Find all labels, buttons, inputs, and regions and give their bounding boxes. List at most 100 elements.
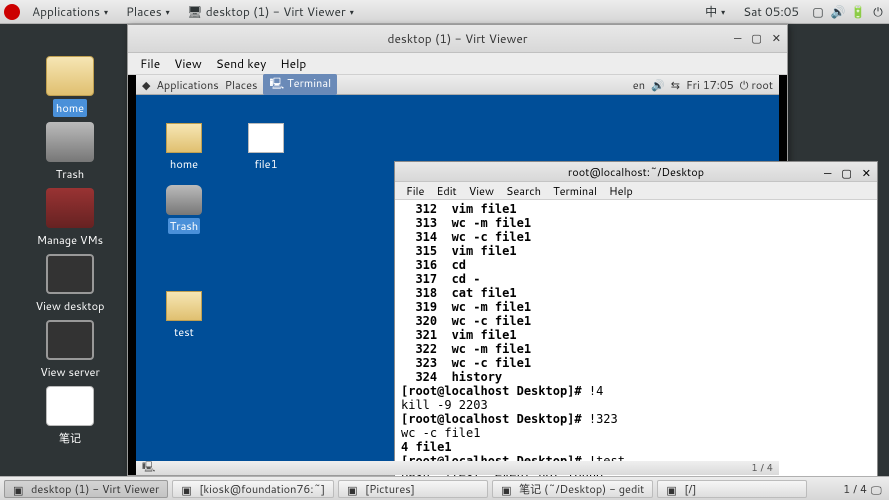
guest-logo-icon[interactable]: ◆ — [142, 77, 150, 93]
terminal-minimize-button[interactable]: — — [824, 165, 831, 181]
taskbar-button[interactable]: ▣ 笔记 (~/Desktop) - gedit — [492, 480, 653, 498]
guest-desktop-icon-Trash[interactable]: Trash — [154, 185, 214, 234]
close-button[interactable]: ✕ — [772, 30, 781, 46]
desktop-icon-home[interactable]: home — [30, 56, 110, 116]
desktop-icon-View server[interactable]: View server — [30, 320, 110, 380]
window-icon: ▣ — [181, 482, 195, 496]
task-label: [kiosk@foundation76:~] — [199, 481, 325, 497]
file-icon — [46, 386, 94, 426]
monitor-icon — [46, 254, 94, 294]
task-label: [/] — [684, 481, 696, 497]
terminal-titlebar[interactable]: root@localhost:~/Desktop — ▢ ✕ — [395, 162, 877, 182]
term-menu-help[interactable]: Help — [604, 182, 638, 200]
window-icon: ▣ — [501, 482, 515, 496]
icon-label: Trash — [56, 166, 84, 182]
terminal-menubar: File Edit View Search Terminal Help — [395, 182, 877, 200]
icon-label: home — [53, 99, 87, 117]
guest-user-menu[interactable]: ⏻ root — [740, 77, 773, 93]
host-top-panel: Applications▾ Places▾ 🖥desktop (1) - Vir… — [0, 0, 889, 24]
host-desktop[interactable]: home Trash Manage VMs View desktop View serv… — [0, 24, 889, 476]
icon-label: View server — [40, 364, 100, 380]
power-tray-icon[interactable]: ⏻ — [871, 5, 885, 19]
file-icon — [248, 123, 284, 153]
task-label: [Pictures] — [365, 481, 415, 497]
term-menu-edit[interactable]: Edit — [431, 182, 461, 200]
guest-network-icon[interactable]: ⇆ — [671, 77, 680, 93]
input-method-indicator[interactable]: 中▾ — [699, 1, 731, 22]
folder-icon — [166, 123, 202, 153]
icon-label: 笔记 — [59, 430, 81, 446]
active-app-menu[interactable]: 🖥desktop (1) - Virt Viewer▾ — [182, 1, 360, 22]
taskbar-button[interactable]: ▣ [kiosk@foundation76:~] — [172, 480, 334, 498]
icon-label: test — [174, 324, 194, 340]
guest-menu-places[interactable]: Places — [225, 77, 258, 93]
volume-tray-icon[interactable]: 🔊 — [831, 5, 845, 19]
virt-viewer-window: desktop (1) - Virt Viewer — ▢ ✕ File Vie… — [127, 24, 788, 476]
activities-logo-icon[interactable] — [4, 4, 20, 20]
taskbar-button[interactable]: ▣desktop (1) - Virt Viewer — [4, 480, 168, 498]
task-label: desktop (1) - Virt Viewer — [31, 481, 159, 497]
icon-label: View desktop — [36, 298, 105, 314]
task-label: 笔记 (~/Desktop) - gedit — [519, 481, 644, 497]
term-menu-search[interactable]: Search — [501, 182, 546, 200]
folder-icon — [166, 291, 202, 321]
window-icon: ▣ — [347, 482, 361, 496]
trash-icon — [166, 185, 202, 215]
menu-places[interactable]: Places▾ — [120, 1, 176, 22]
terminal-output[interactable]: 312 vim file1 313 wc -m file1 314 wc -c … — [395, 200, 877, 486]
guest-taskbar-item[interactable]: 🖳 — [142, 460, 155, 477]
guest-desktop-icon-file1[interactable]: file1 — [236, 123, 296, 172]
display-tray-icon[interactable]: ▢ — [811, 5, 825, 19]
show-desktop-icon[interactable]: 🖵 — [871, 482, 885, 496]
trash-icon — [46, 122, 94, 162]
guest-lang-indicator[interactable]: en — [633, 77, 645, 93]
guest-top-panel: ◆ Applications Places 🖳 Terminal en 🔊 ⇆ … — [136, 75, 779, 95]
icon-label: file1 — [254, 156, 277, 172]
workspace-pager[interactable]: 1 / 4 — [843, 481, 867, 497]
terminal-close-button[interactable]: ✕ — [862, 165, 871, 181]
guest-menu-applications[interactable]: Applications — [156, 77, 218, 93]
taskbar-button[interactable]: ▣ [/] — [657, 480, 807, 498]
monitor-icon — [46, 320, 94, 360]
guest-clock[interactable]: Fri 17:05 — [686, 77, 734, 93]
window-titlebar[interactable]: desktop (1) - Virt Viewer — ▢ ✕ — [128, 25, 787, 53]
menu-view[interactable]: View — [168, 53, 208, 74]
desktop-icon-Manage VMs[interactable]: Manage VMs — [30, 188, 110, 248]
folder-icon — [46, 56, 94, 96]
terminal-window: root@localhost:~/Desktop — ▢ ✕ File Edit… — [394, 161, 878, 487]
menu-applications[interactable]: Applications▾ — [26, 1, 114, 22]
guest-desktop-icon-test[interactable]: test — [154, 291, 214, 340]
monitor-icon: 🖥 — [188, 5, 202, 19]
window-icon: ▣ — [666, 482, 680, 496]
guest-desktop: ◆ Applications Places 🖳 Terminal en 🔊 ⇆ … — [136, 75, 779, 475]
maximize-button[interactable]: ▢ — [751, 30, 761, 46]
guest-taskbar-terminal[interactable]: 🖳 Terminal — [263, 74, 337, 95]
vm-display[interactable]: ◆ Applications Places 🖳 Terminal en 🔊 ⇆ … — [128, 75, 787, 475]
term-menu-file[interactable]: File — [401, 182, 429, 200]
virt-menubar: File View Send key Help — [128, 53, 787, 75]
host-bottom-panel: ▣desktop (1) - Virt Viewer▣[kiosk@founda… — [0, 476, 889, 500]
guest-desktop-icon-home[interactable]: home — [154, 123, 214, 172]
terminal-maximize-button[interactable]: ▢ — [841, 165, 851, 181]
icon-label: Trash — [168, 218, 200, 234]
guest-bottom-panel: 🖳 1 / 4 — [136, 461, 779, 475]
desktop-icon-Trash[interactable]: Trash — [30, 122, 110, 182]
guest-pager[interactable]: 1 / 4 — [751, 461, 773, 475]
minimize-button[interactable]: — — [734, 30, 741, 46]
menu-sendkey[interactable]: Send key — [210, 53, 273, 74]
icon-label: Manage VMs — [37, 232, 103, 248]
desktop-icon-笔记[interactable]: 笔记 — [30, 386, 110, 446]
icon-label: home — [170, 156, 198, 172]
term-menu-terminal[interactable]: Terminal — [548, 182, 602, 200]
guest-volume-icon[interactable]: 🔊 — [651, 77, 665, 93]
battery-tray-icon[interactable]: 🔋 — [851, 5, 865, 19]
menu-file[interactable]: File — [134, 53, 166, 74]
vm-icon — [46, 188, 94, 228]
menu-help[interactable]: Help — [274, 53, 312, 74]
taskbar-button[interactable]: ▣ [Pictures] — [338, 480, 488, 498]
term-menu-view[interactable]: View — [464, 182, 499, 200]
terminal-title: root@localhost:~/Desktop — [568, 164, 704, 180]
desktop-icon-View desktop[interactable]: View desktop — [30, 254, 110, 314]
clock[interactable]: Sat 05:05 — [737, 1, 805, 22]
window-title: desktop (1) - Virt Viewer — [388, 30, 528, 47]
